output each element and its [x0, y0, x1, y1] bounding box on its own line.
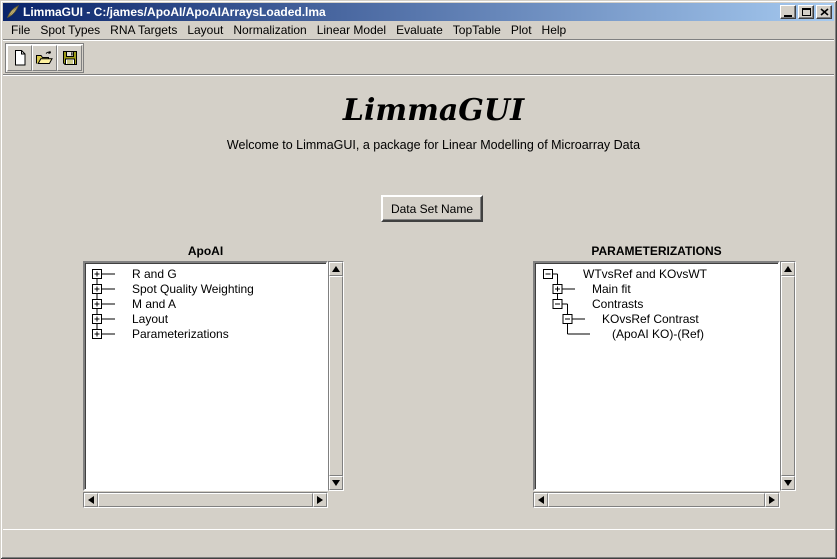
parameterizations-vertical-scrollbar[interactable]: [780, 261, 796, 491]
apoai-vertical-scrollbar[interactable]: [328, 261, 344, 491]
data-set-name-button[interactable]: Data Set Name: [381, 195, 483, 222]
minimize-button[interactable]: [780, 5, 796, 19]
scroll-left-button[interactable]: [84, 493, 98, 507]
scroll-right-button[interactable]: [313, 493, 327, 507]
arrow-left-icon: [88, 496, 94, 504]
tree-node-label[interactable]: Contrasts: [592, 297, 643, 311]
scrollbar-thumb[interactable]: [781, 276, 795, 476]
arrow-right-icon: [317, 496, 323, 504]
tree-node-label[interactable]: Parameterizations: [132, 327, 229, 341]
arrow-down-icon: [784, 480, 792, 486]
tree-node[interactable]: M and A: [93, 297, 177, 311]
page-subtitle: Welcome to LimmaGUI, a package for Linea…: [33, 138, 834, 152]
menu-rna-targets[interactable]: RNA Targets: [105, 21, 182, 39]
tree-node-label[interactable]: Main fit: [592, 282, 631, 296]
parameterizations-tree: WTvsRef and KOvsWT Main fit Contra: [537, 265, 780, 491]
open-folder-icon: [35, 49, 54, 67]
maximize-button[interactable]: [798, 5, 814, 19]
close-icon: [820, 8, 829, 16]
tree-node-label[interactable]: Spot Quality Weighting: [132, 282, 254, 296]
close-button[interactable]: [816, 5, 832, 19]
tree-node-label[interactable]: R and G: [132, 267, 177, 281]
parameterizations-tree-listbox[interactable]: WTvsRef and KOvsWT Main fit Contra: [533, 261, 780, 491]
main-content: LimmaGUI Welcome to LimmaGUI, a package …: [3, 76, 834, 530]
window-controls: [780, 5, 832, 19]
parameterizations-panel: PARAMETERIZATIONS: [533, 244, 796, 508]
scroll-up-button[interactable]: [329, 262, 343, 276]
tree-node-label[interactable]: Layout: [132, 312, 169, 326]
new-file-button[interactable]: [7, 45, 32, 71]
tree-node[interactable]: Parameterizations: [93, 327, 229, 341]
menu-help[interactable]: Help: [537, 21, 572, 39]
menu-toptable[interactable]: TopTable: [448, 21, 506, 39]
arrow-left-icon: [538, 496, 544, 504]
apoai-panel: ApoAI R and G: [83, 244, 344, 508]
parameterizations-horizontal-scrollbar[interactable]: [533, 492, 780, 508]
menu-plot[interactable]: Plot: [506, 21, 537, 39]
arrow-up-icon: [784, 266, 792, 272]
scroll-down-button[interactable]: [329, 476, 343, 490]
open-file-button[interactable]: [32, 45, 57, 71]
apoai-tree: R and G Spot Quality Weighting: [87, 265, 328, 491]
tree-node-label[interactable]: KOvsRef Contrast: [602, 312, 699, 326]
menu-normalization[interactable]: Normalization: [228, 21, 311, 39]
apoai-tree-listbox[interactable]: R and G Spot Quality Weighting: [83, 261, 328, 491]
minimize-icon: [784, 15, 792, 17]
apoai-horizontal-scrollbar[interactable]: [83, 492, 328, 508]
app-window: LimmaGUI - C:/james/ApoAI/ApoAIArraysLoa…: [0, 0, 837, 559]
titlebar[interactable]: LimmaGUI - C:/james/ApoAI/ApoAIArraysLoa…: [3, 3, 834, 21]
tree-node-label[interactable]: WTvsRef and KOvsWT: [583, 267, 708, 281]
menu-layout[interactable]: Layout: [182, 21, 228, 39]
menu-spot-types[interactable]: Spot Types: [35, 21, 105, 39]
tk-feather-icon: [6, 5, 20, 19]
toolbar-group: [5, 43, 84, 73]
tree-node-label[interactable]: (ApoAI KO)-(Ref): [612, 327, 704, 341]
tree-node[interactable]: Spot Quality Weighting: [93, 282, 254, 296]
scroll-left-button[interactable]: [534, 493, 548, 507]
tree-node[interactable]: R and G: [93, 267, 177, 281]
arrow-right-icon: [769, 496, 775, 504]
apoai-panel-title: ApoAI: [83, 244, 328, 261]
scrollbar-thumb[interactable]: [98, 493, 313, 507]
parameterizations-panel-title: PARAMETERIZATIONS: [533, 244, 780, 261]
tree-node[interactable]: Layout: [93, 312, 169, 326]
toolbar: [3, 42, 834, 75]
page-title: LimmaGUI: [33, 93, 834, 128]
arrow-down-icon: [332, 480, 340, 486]
tree-node[interactable]: WTvsRef and KOvsWT: [544, 267, 708, 281]
new-document-icon: [11, 49, 29, 67]
scrollbar-thumb[interactable]: [329, 276, 343, 476]
scrollbar-thumb[interactable]: [548, 493, 765, 507]
scroll-right-button[interactable]: [765, 493, 779, 507]
save-file-button[interactable]: [57, 45, 82, 71]
maximize-icon: [802, 8, 811, 16]
menu-evaluate[interactable]: Evaluate: [391, 21, 448, 39]
window-title: LimmaGUI - C:/james/ApoAI/ApoAIArraysLoa…: [23, 3, 326, 21]
tree-node-label[interactable]: M and A: [132, 297, 176, 311]
menu-file[interactable]: File: [6, 21, 35, 39]
menubar: File Spot Types RNA Targets Layout Norma…: [3, 21, 834, 40]
menu-linear-model[interactable]: Linear Model: [312, 21, 391, 39]
scroll-down-button[interactable]: [781, 476, 795, 490]
tree-node[interactable]: (ApoAI KO)-(Ref): [612, 327, 704, 341]
scroll-up-button[interactable]: [781, 262, 795, 276]
save-floppy-icon: [61, 49, 79, 67]
arrow-up-icon: [332, 266, 340, 272]
